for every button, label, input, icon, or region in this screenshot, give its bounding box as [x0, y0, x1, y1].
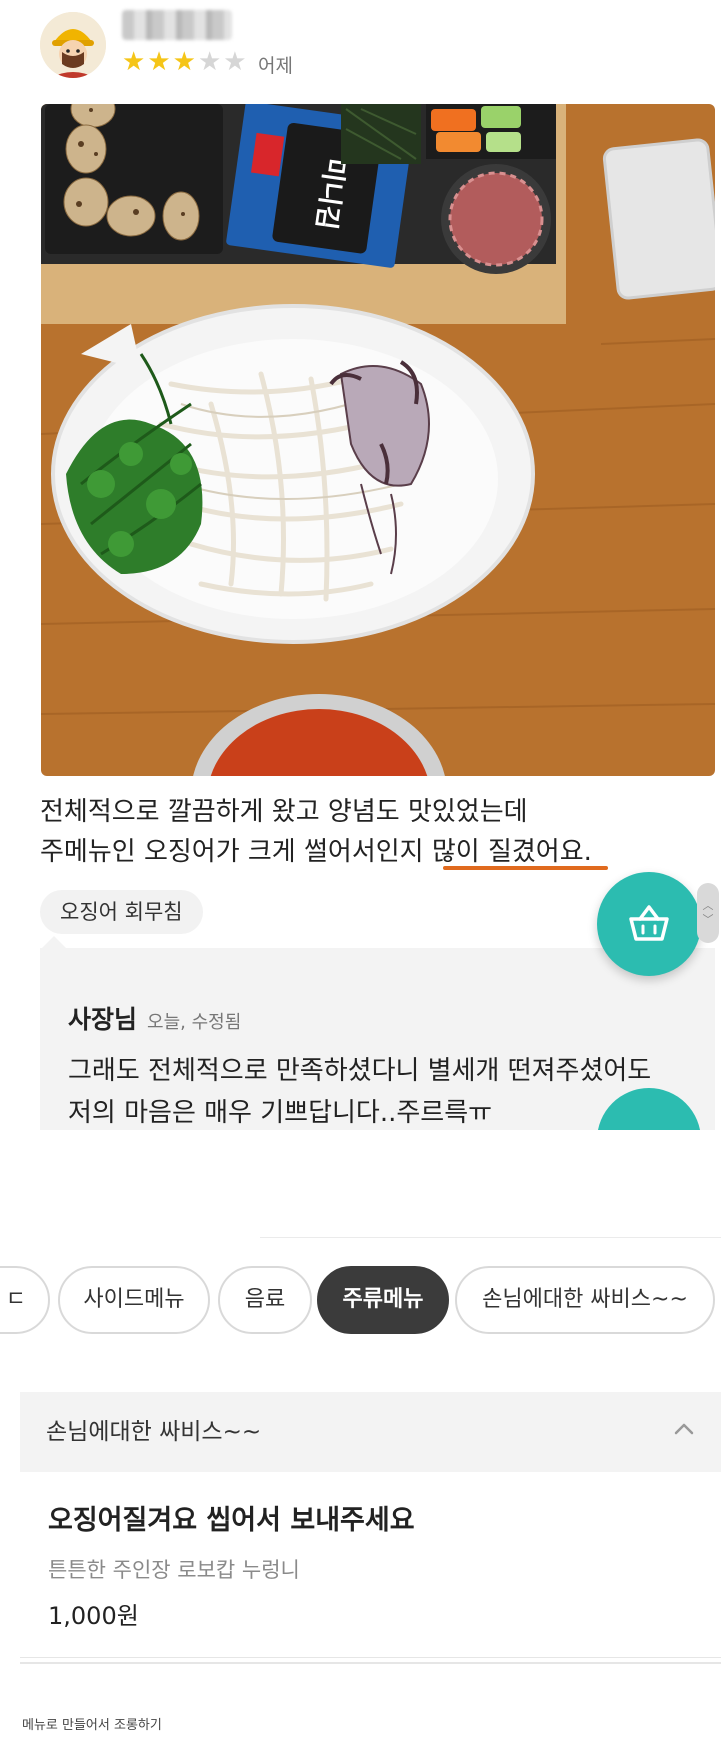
- owner-reply: 사장님 오늘, 수정됨 그래도 전체적으로 만족하셨다니 별세개 떤져주셨어도 …: [40, 948, 715, 1130]
- menu-section-header[interactable]: 손님에대한 싸비스~~: [20, 1392, 721, 1472]
- chevron-up-icon: [674, 1423, 694, 1435]
- food-photo-illustration: 미니김: [41, 104, 715, 776]
- star-icon-empty: ★: [223, 47, 247, 77]
- scroll-toggle[interactable]: ︿ ﹀: [697, 883, 719, 943]
- menu-category-chips: ㄷ 사이드메뉴 음료 주류메뉴 손님에대한 싸비스~~: [0, 1262, 721, 1338]
- basket-icon: [629, 905, 669, 941]
- chip-drinks[interactable]: 음료: [218, 1266, 312, 1334]
- reply-text: 그래도 전체적으로 만족하셨다니 별세개 떤져주셨어도 저의 마음은 매우 기쁘…: [68, 1050, 651, 1130]
- reply-author: 사장님: [68, 1005, 138, 1034]
- reply-text-line-1: 그래도 전체적으로 만족하셨다니 별세개 떤져주셨어도: [68, 1056, 652, 1086]
- divider: [20, 1662, 721, 1664]
- review-date: 어제: [258, 55, 293, 77]
- chevron-up-icon: ︿: [702, 899, 714, 912]
- star-icon-filled: ★: [172, 47, 196, 77]
- reply-text-line-2: 저의 마음은 매우 기쁘답니다..주르륵ㅠ: [68, 1098, 493, 1128]
- chip-alcohol-menu[interactable]: 주류메뉴: [317, 1266, 449, 1334]
- menu-item-name: 오징어질겨요 씹어서 보내주세요: [48, 1505, 415, 1536]
- star-icon-empty: ★: [197, 47, 222, 77]
- review-photo[interactable]: 미니김: [41, 104, 715, 776]
- caption: 메뉴로 만들어서 조롱하기: [22, 1718, 162, 1733]
- reply-header: 사장님 오늘, 수정됨: [68, 1000, 241, 1036]
- star-rating: ★ ★ ★ ★ ★: [122, 48, 247, 76]
- review-text-suffix: .: [583, 837, 592, 867]
- chip-customer-service[interactable]: 손님에대한 싸비스~~: [455, 1266, 715, 1334]
- menu-section-title: 손님에대한 싸비스~~: [46, 1419, 262, 1445]
- user-avatar[interactable]: [40, 12, 106, 78]
- emphasis-underline: [443, 866, 608, 870]
- review-text-prefix: 주메뉴인 오징어가 크게 썰어서인지: [40, 837, 432, 867]
- review-text: 전체적으로 깔끔하게 왔고 양념도 맛있었는데 주메뉴인 오징어가 크게 썰어서…: [40, 792, 680, 872]
- menu-item-price: 1,000원: [48, 1602, 139, 1630]
- username-blurred: [122, 10, 232, 40]
- star-icon-filled: ★: [147, 47, 171, 77]
- review-text-emphasis: 많이 질겼어요: [431, 837, 584, 867]
- review-text-line-1: 전체적으로 깔끔하게 왔고 양념도 맛있었는데: [40, 797, 528, 827]
- review-card: ★ ★ ★ ★ ★ 어제 미니김 전체적으로 깔끔하게 왔고 양념도 맛있었는데…: [0, 0, 721, 1130]
- chip-side-menu[interactable]: 사이드메뉴: [58, 1266, 210, 1334]
- ordered-menu-tag[interactable]: 오징어 회무침: [40, 890, 203, 934]
- chip-partial[interactable]: ㄷ: [0, 1266, 50, 1334]
- cart-button[interactable]: [597, 872, 701, 976]
- avatar-illustration: [40, 12, 106, 78]
- menu-item[interactable]: 오징어질겨요 씹어서 보내주세요 튼튼한 주인장 로보캅 누렁니 1,000원: [20, 1472, 721, 1658]
- chevron-down-icon: ﹀: [702, 913, 714, 926]
- divider: [260, 1237, 721, 1238]
- star-icon-filled: ★: [122, 47, 146, 77]
- menu-item-description: 튼튼한 주인장 로보캅 누렁니: [48, 1558, 300, 1582]
- reply-meta: 오늘, 수정됨: [147, 1012, 242, 1033]
